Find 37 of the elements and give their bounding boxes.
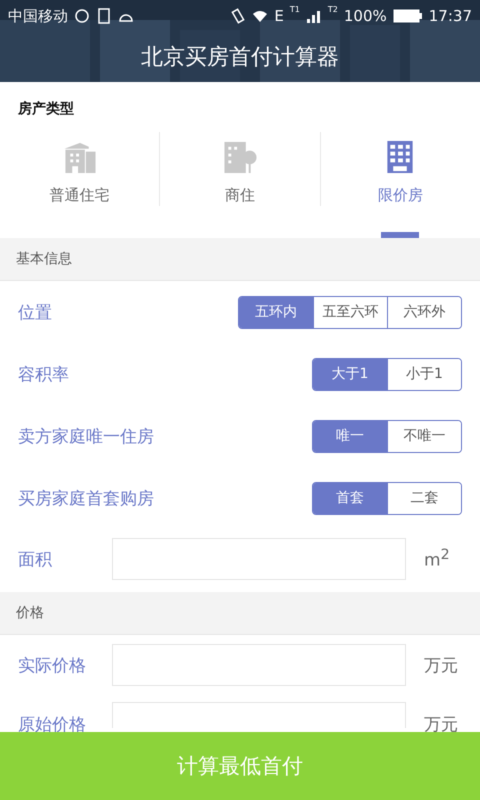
wifi-icon — [252, 8, 268, 24]
segment-option[interactable]: 不唯一 — [387, 420, 461, 452]
field-label: 实际价格 — [18, 654, 86, 676]
field-label: 买房家庭首套购房 — [18, 488, 154, 510]
property-type-tab[interactable]: 普通住宅 — [0, 132, 160, 238]
segment-option[interactable]: 首套 — [313, 482, 387, 514]
field-label: 卖方家庭唯一住房 — [18, 426, 154, 448]
segment-option[interactable]: 六环外 — [387, 296, 461, 328]
input-field[interactable] — [112, 538, 406, 580]
sim-label: T1 — [290, 5, 300, 14]
field-label: 容积率 — [18, 364, 69, 386]
unit-label: 万元 — [424, 654, 458, 676]
sim-card-icon — [96, 8, 112, 24]
signal-icon — [306, 8, 322, 24]
app-title: 北京买房首付计算器 — [140, 44, 340, 72]
segment-option[interactable]: 小于1 — [387, 358, 461, 390]
sim-label: T2 — [328, 5, 338, 14]
network-type: E — [274, 7, 284, 25]
vibrate-icon — [230, 8, 246, 24]
property-type-tab[interactable]: 限价房 — [320, 132, 480, 238]
carrier-name: 中国移动 — [8, 6, 68, 26]
field-label: 位置 — [18, 302, 52, 324]
property-type-tab[interactable]: 商住 — [160, 132, 320, 238]
input-field[interactable] — [112, 644, 406, 686]
segment-option[interactable]: 五环内 — [239, 296, 313, 328]
segment-option[interactable]: 大于1 — [313, 358, 387, 390]
unit-label: m$^{2}$ — [424, 547, 450, 571]
section-header: 基本信息 — [0, 238, 480, 281]
field-label: 面积 — [18, 548, 52, 570]
segment-option[interactable]: 唯一 — [313, 420, 387, 452]
input-field[interactable] — [112, 702, 406, 728]
section-label: 房产类型 — [17, 100, 75, 118]
battery-percent: 100% — [344, 7, 387, 25]
clock: 17:37 — [428, 7, 472, 25]
segment-option[interactable]: 二套 — [387, 482, 461, 514]
battery-icon — [392, 9, 423, 23]
section-header: 价格 — [0, 592, 480, 635]
